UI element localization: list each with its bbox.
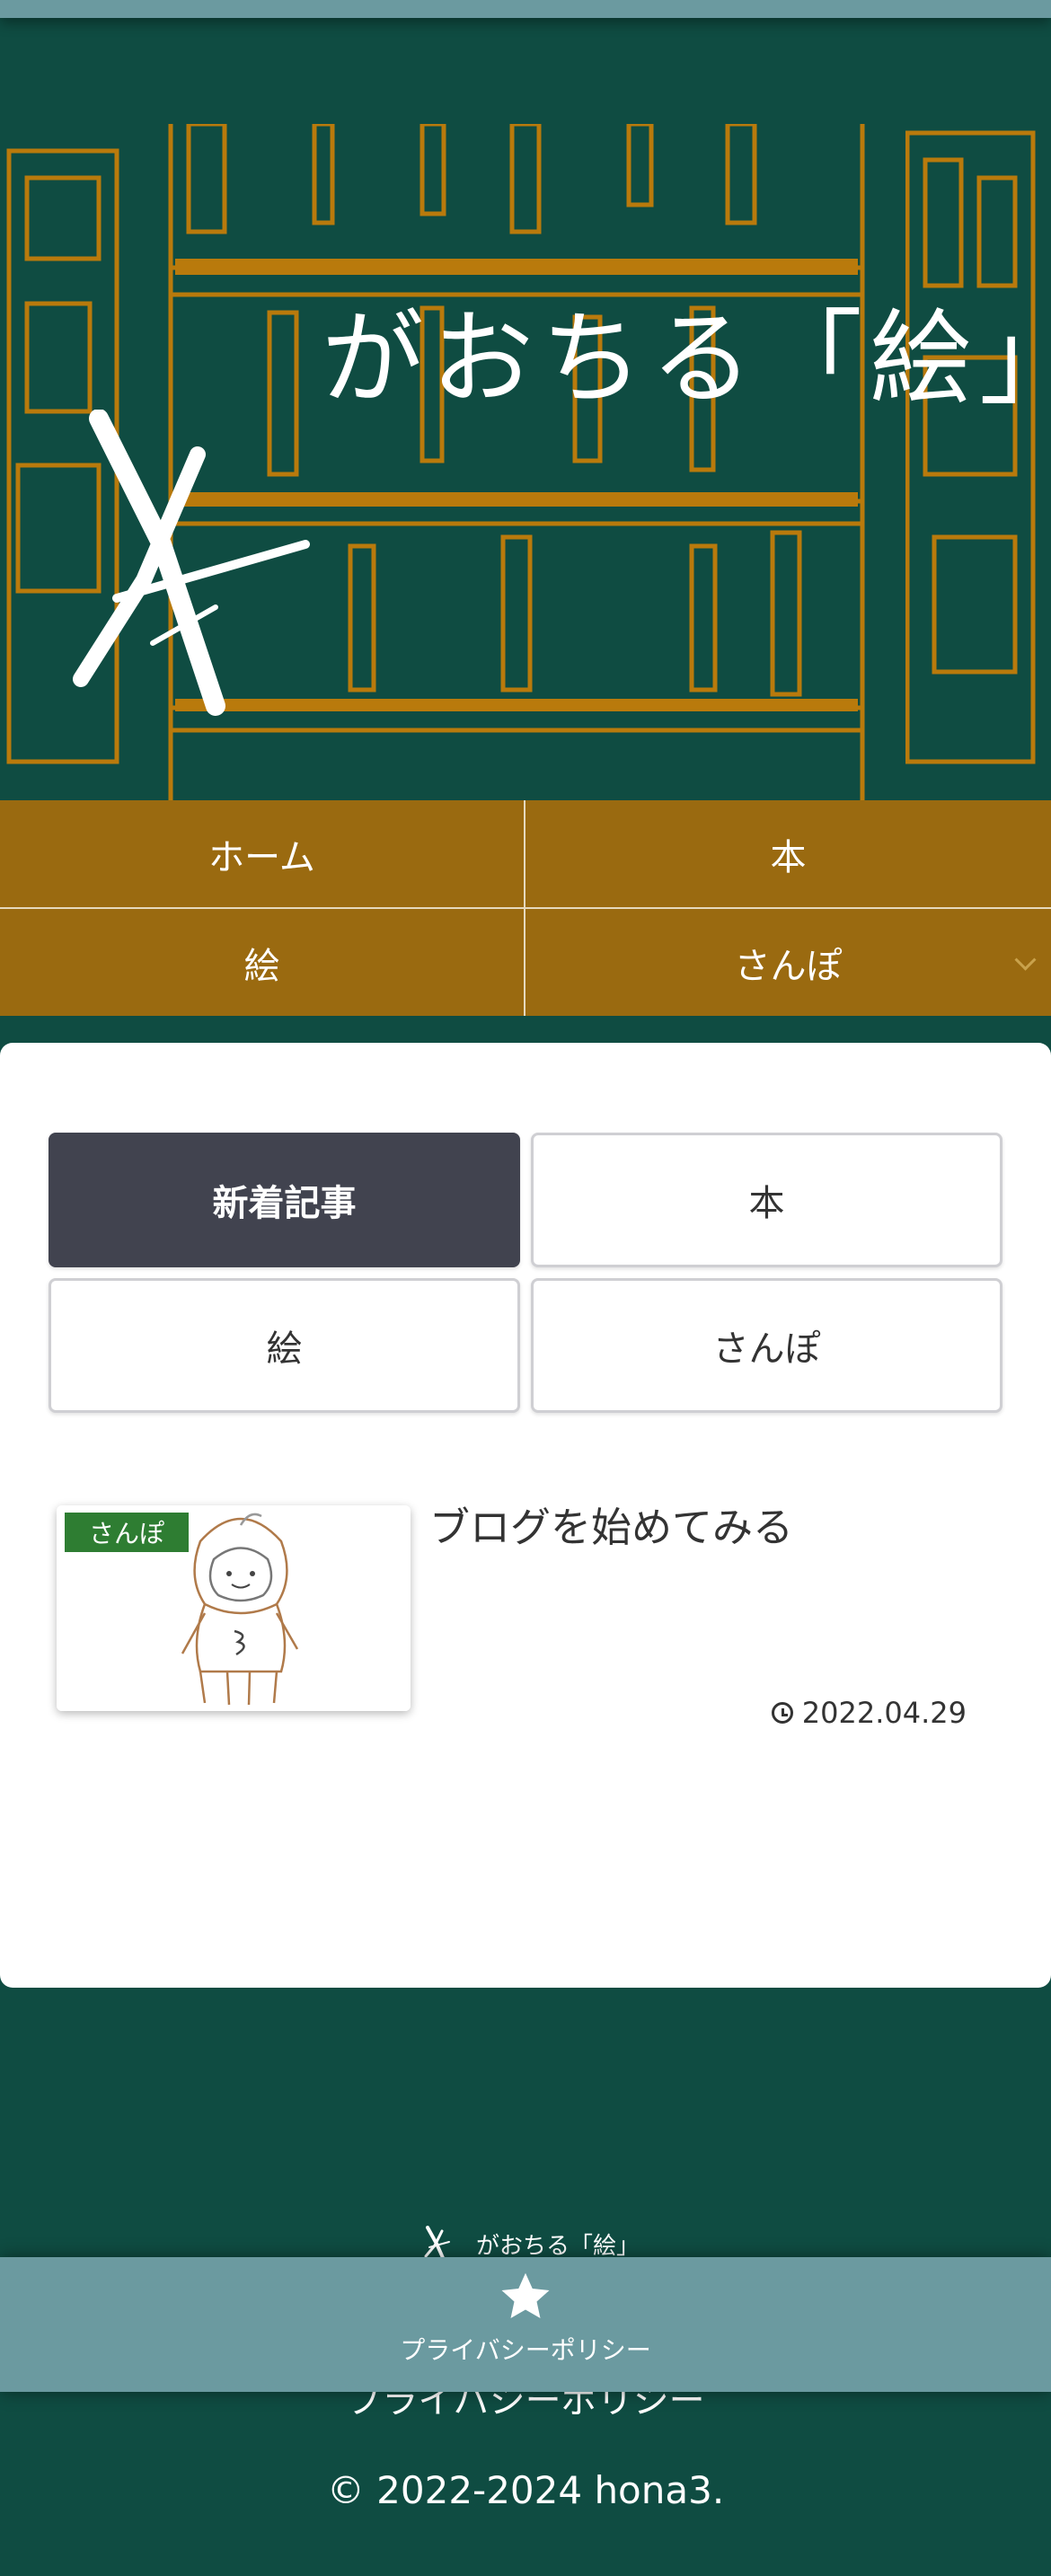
post-title[interactable]: ブログを始めてみる — [429, 1499, 793, 1557]
nav-item-drawings[interactable]: 絵 — [0, 909, 524, 1016]
footer-site-name: がおちる「絵」 — [476, 2232, 640, 2260]
copyright: © 2022-2024 hona3. — [326, 2468, 725, 2512]
nav-item-label: 絵 — [243, 945, 280, 987]
nav-item-label: 本 — [770, 836, 807, 878]
post-date: 2022.04.29 — [771, 1696, 967, 1730]
footer-logo-mark — [424, 2226, 450, 2262]
nav-item-label: ホーム — [208, 836, 315, 878]
nav-item-books[interactable]: 本 — [526, 800, 1051, 907]
site-header[interactable]: がおちる「絵」 — [0, 124, 1051, 800]
post-date-text: 2022.04.29 — [801, 1696, 967, 1730]
tab-books[interactable]: 本 — [531, 1133, 1002, 1267]
clock-icon — [771, 1702, 793, 1724]
floating-privacy-label[interactable]: プライバシーポリシー — [0, 2331, 1051, 2367]
nav-item-walk[interactable]: さんぽ — [526, 909, 1051, 1016]
tab-label: さんぽ — [712, 1328, 821, 1370]
category-tabs: 新着記事 本 絵 さんぽ — [49, 1133, 1002, 1413]
tab-label: 絵 — [266, 1328, 303, 1370]
star-icon[interactable] — [499, 2270, 552, 2324]
top-bar — [0, 0, 1051, 18]
nav-item-label: さんぽ — [734, 945, 843, 987]
tab-new-posts[interactable]: 新着記事 — [49, 1133, 520, 1267]
tab-label: 新着記事 — [212, 1183, 357, 1224]
chevron-down-icon[interactable] — [1014, 948, 1037, 971]
tab-drawings[interactable]: 絵 — [49, 1278, 520, 1413]
nav-item-home[interactable]: ホーム — [0, 800, 524, 907]
floating-menu-bar[interactable]: プライバシーポリシー — [0, 2257, 1051, 2392]
post-category-badge: さんぽ — [65, 1513, 189, 1552]
global-nav: ホーム 本 絵 さんぽ — [0, 800, 1051, 1016]
tab-walk[interactable]: さんぽ — [531, 1278, 1002, 1413]
footer-logo[interactable]: がおちる「絵」 — [422, 2226, 640, 2262]
tab-label: 本 — [748, 1183, 785, 1224]
post-thumbnail[interactable]: さんぽ — [57, 1505, 411, 1711]
site-title[interactable]: がおちる「絵」 — [322, 295, 1051, 424]
post-card[interactable]: さんぽ ブログを始めてみる 2022.04.29 — [49, 1499, 1002, 1730]
